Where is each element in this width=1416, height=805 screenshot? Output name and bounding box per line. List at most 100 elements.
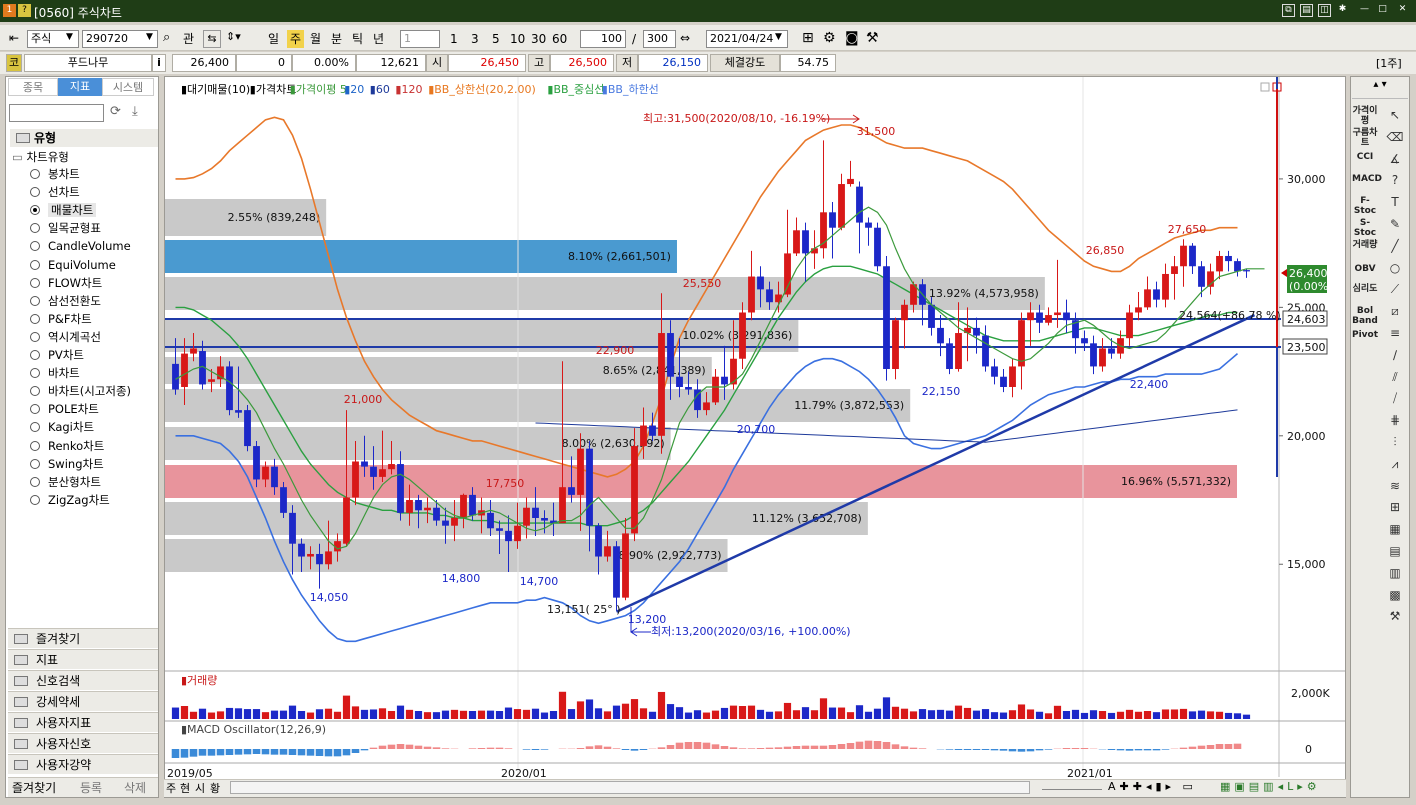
indicator-shortcut[interactable]: S-Stoc <box>1352 218 1378 238</box>
angle-icon[interactable]: ∡ <box>1386 150 1404 168</box>
pen-icon[interactable]: ✎ <box>1386 215 1404 233</box>
chart-type-item[interactable]: Renko차트 <box>30 437 104 455</box>
register-button[interactable]: 등록 <box>80 779 102 796</box>
interval-select[interactable]: 1 <box>400 30 440 48</box>
bottom-tab-week[interactable]: 주 <box>166 780 176 796</box>
tools-icon[interactable]: ⚒ <box>866 30 879 46</box>
pattern-icon[interactable]: ≋ <box>1386 477 1404 495</box>
chart-type-item[interactable]: 매물차트 <box>30 201 97 219</box>
chart-type-item[interactable]: 일목균형표 <box>30 219 101 237</box>
close-icon[interactable]: ✕ <box>1396 4 1409 17</box>
period-week[interactable]: 주 <box>287 30 305 48</box>
radio-icon[interactable] <box>30 205 40 216</box>
interval-3[interactable]: 3 <box>471 30 479 48</box>
indicator-shortcut[interactable]: Pivot <box>1352 330 1378 340</box>
chart-type-item[interactable]: 바차트(시고저종) <box>30 382 131 400</box>
radio-icon[interactable] <box>30 458 40 469</box>
category-item[interactable]: 지표 <box>8 649 158 669</box>
maximize-icon[interactable]: □ <box>1376 4 1389 17</box>
tab-stocks[interactable]: 종목 <box>8 78 58 96</box>
chart-type-item[interactable]: PV차트 <box>30 346 84 364</box>
category-item[interactable]: 강세약세 <box>8 691 158 711</box>
radio-icon[interactable] <box>30 494 40 505</box>
help-icon[interactable]: ? <box>1386 171 1404 189</box>
view-controls[interactable]: ▦▣▤▥◂L▸⚙ <box>1220 780 1321 793</box>
ray-icon[interactable]: ∕ <box>1386 346 1404 364</box>
price-chart[interactable]: 2.55% (839,248) 8.10% (2,661,501) 13.92% (… <box>165 77 1345 797</box>
zoom-slider[interactable] <box>1042 784 1102 790</box>
indicator-search-input[interactable] <box>9 104 104 122</box>
indicator-shortcut[interactable]: OBV <box>1352 264 1378 274</box>
delete-button[interactable]: 삭제 <box>124 779 146 796</box>
link-icon[interactable]: ⧉ <box>1282 4 1295 17</box>
category-item[interactable]: 즐겨찾기 <box>8 628 158 648</box>
indicator-shortcut[interactable]: MACD <box>1352 174 1382 184</box>
stepper-icon[interactable]: ⇕▾ <box>226 30 241 43</box>
indicator-shortcut[interactable]: CCI <box>1352 152 1378 162</box>
lookup-button[interactable]: 관 <box>183 30 194 48</box>
chart-type-item[interactable]: 삼선전환도 <box>30 292 101 310</box>
chart-type-item[interactable]: 바차트 <box>30 364 80 382</box>
interval-60[interactable]: 60 <box>552 30 567 48</box>
bottom-tab-market[interactable]: 시 <box>195 780 205 796</box>
chart-type-item[interactable]: 봉차트 <box>30 165 80 183</box>
horizontal-scrollbar[interactable] <box>230 781 1030 794</box>
right-top-arrows[interactable]: ▴ ▾ <box>1352 79 1408 99</box>
chart-type-item[interactable]: P&F차트 <box>30 310 92 328</box>
section-type[interactable]: 유형 <box>10 129 158 147</box>
period-tick[interactable]: 틱 <box>352 30 363 48</box>
save-icon[interactable]: ◫ <box>1318 4 1331 17</box>
playback-controls[interactable]: A✚✚◂▮▸ ▭ <box>1108 780 1197 793</box>
indicator-shortcut[interactable]: 심리도 <box>1352 284 1378 294</box>
period-year[interactable]: 년 <box>373 30 384 48</box>
chart-type-item[interactable]: Kagi차트 <box>30 418 94 436</box>
chevron-down-icon[interactable]: ▼ <box>146 32 153 42</box>
bottom-tab-status[interactable]: 황 <box>210 780 220 796</box>
help-icon[interactable]: ? <box>18 4 31 17</box>
radio-icon[interactable] <box>30 386 40 397</box>
download-icon[interactable]: ⤓ <box>132 104 138 119</box>
interval-1[interactable]: 1 <box>450 30 458 48</box>
settings-icon[interactable]: ✱ <box>1336 4 1349 17</box>
search-icon[interactable]: ⌕ <box>163 30 170 45</box>
radio-icon[interactable] <box>30 422 40 433</box>
info-button[interactable]: i <box>152 54 166 72</box>
indicator-shortcut[interactable]: 거래량 <box>1352 240 1378 250</box>
radio-icon[interactable] <box>30 404 40 415</box>
chart-type-item[interactable]: ZigZag차트 <box>30 491 110 509</box>
refresh-icon[interactable]: ⟳ <box>110 104 121 119</box>
trendline-icon[interactable]: ⟋ <box>1386 280 1404 298</box>
tab-indicators[interactable]: 지표 <box>58 78 102 96</box>
total-input[interactable]: 300 <box>643 30 676 48</box>
text-icon[interactable]: T <box>1386 193 1404 211</box>
interval-30[interactable]: 30 <box>531 30 546 48</box>
radio-icon[interactable] <box>30 259 40 270</box>
period-day[interactable]: 일 <box>268 30 279 48</box>
chart-type-item[interactable]: 선차트 <box>30 183 80 201</box>
pointer-icon[interactable]: ↖ <box>1386 106 1404 124</box>
chart-type-item[interactable]: POLE차트 <box>30 400 99 418</box>
chart-settings-icon[interactable]: ⊞ <box>802 30 814 46</box>
period-minute[interactable]: 분 <box>331 30 342 48</box>
line-icon[interactable]: ╱ <box>1386 237 1404 255</box>
indicator-shortcut[interactable]: F-Stoc <box>1352 196 1378 216</box>
doc-icon[interactable]: ▥ <box>1386 564 1404 582</box>
category-item[interactable]: 신호검색 <box>8 670 158 690</box>
radio-icon[interactable] <box>30 331 40 342</box>
chart-type-item[interactable]: 역시계곡선 <box>30 328 101 346</box>
count-input[interactable]: 100 <box>580 30 626 48</box>
panel-icon[interactable]: ▦ <box>1386 520 1404 538</box>
table-icon[interactable]: ⊞ <box>1386 498 1404 516</box>
minimize-icon[interactable]: — <box>1358 4 1371 17</box>
first-icon[interactable]: ⇤ <box>9 31 19 45</box>
radio-icon[interactable] <box>30 241 40 252</box>
chevron-down-icon[interactable]: ▼ <box>66 32 73 42</box>
category-item[interactable]: 사용자지표 <box>8 712 158 732</box>
interval-10[interactable]: 10 <box>510 30 525 48</box>
chart-area[interactable]: 2.55% (839,248) 8.10% (2,661,501) 13.92% (… <box>164 76 1346 798</box>
radio-icon[interactable] <box>30 440 40 451</box>
stats-icon[interactable]: ▩ <box>1386 586 1404 604</box>
grid-icon[interactable]: ⋕ <box>1386 411 1404 429</box>
circle-icon[interactable]: ○ <box>1386 259 1404 277</box>
radio-icon[interactable] <box>30 368 40 379</box>
